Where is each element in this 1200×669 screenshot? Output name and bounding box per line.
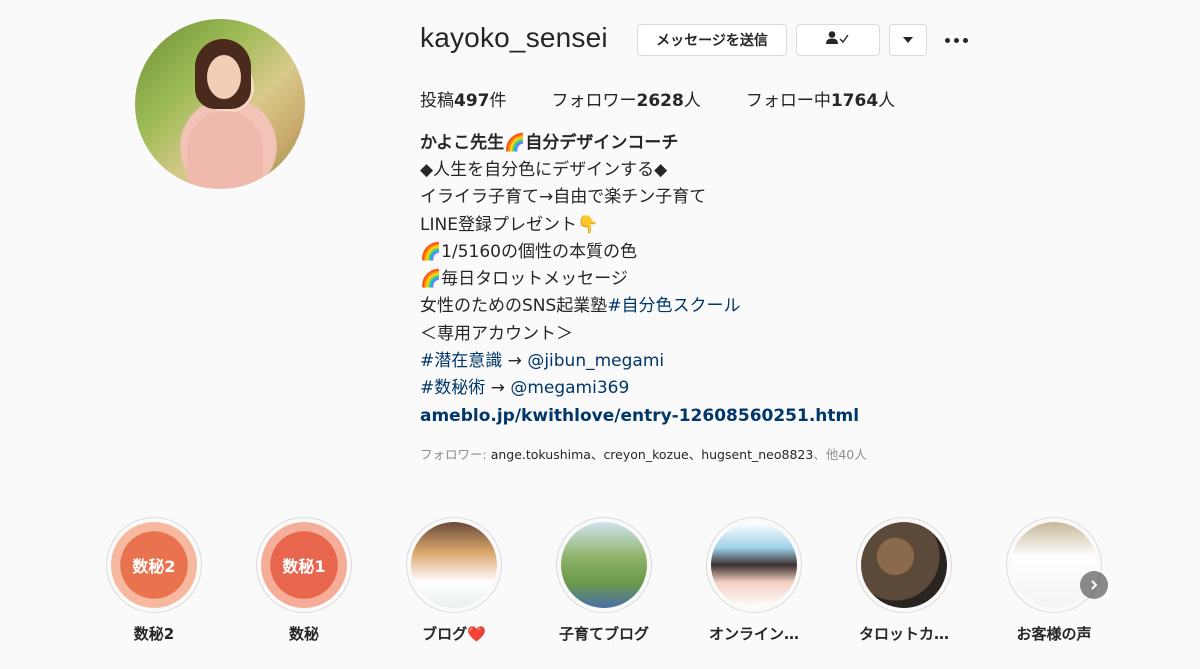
highlight-label: お客様の声 [1016,625,1092,643]
highlight-item[interactable]: 子育てブログ [554,517,654,644]
highlight-item[interactable]: タロットカ… [854,517,954,644]
bio-line: 女性のためのSNS起業塾#自分色スクール [420,296,741,317]
profile-bio: かよこ先生🌈自分デザインコーチ ◆人生を自分色にデザインする◆ イライラ子育て→… [420,130,980,430]
highlight-label: タロットカ… [858,625,949,643]
highlight-label: 数秘 [288,625,319,643]
person-check-icon [825,30,851,50]
highlight-item[interactable]: 数秘1 数秘 [254,517,354,644]
highlight-label: オンライン… [708,625,799,643]
avatar-face [207,55,241,99]
highlight-item[interactable]: オンライン… [704,517,804,644]
highlight-item[interactable]: ブログ❤️ [404,517,504,644]
highlight-label: 数秘2 [133,625,175,643]
bio-line: #数秘術 → @megami369 [420,378,630,399]
followed-by[interactable]: フォロワー: ange.tokushima、creyon_kozue、hugse… [420,444,867,463]
chevron-down-icon [903,32,913,48]
bio-line: ＜専用アカウント＞ [420,323,573,344]
bio-line: LINE登録プレゼント👇 [420,214,599,235]
bio-line: ameblo.jp/kwithlove/entry-12608560251.ht… [420,403,980,430]
bio-line: ◆人生を自分色にデザインする◆ [420,160,668,180]
hashtag-link[interactable]: #潜在意識 [420,351,502,371]
profile-avatar[interactable] [135,19,305,189]
external-link[interactable]: ameblo.jp/kwithlove/entry-12608560251.ht… [420,406,859,426]
highlight-cover: 数秘1 [261,522,347,608]
avatar-body [187,111,263,189]
bio-name: かよこ先生🌈自分デザインコーチ [420,133,679,153]
highlight-label: 子育てブログ [558,625,649,643]
suggested-dropdown-button[interactable] [889,24,927,56]
profile-stats: 投稿497件 フォロワー2628人 フォロー中1764人 [420,86,940,111]
following-count[interactable]: フォロー中1764人 [746,86,895,111]
bio-line: 🌈毎日タロットメッセージ [420,269,628,290]
mention-link[interactable]: @jibun_megami [527,351,664,371]
highlight-cover: 数秘2 [111,522,197,608]
bio-line: #潜在意識 → @jibun_megami [420,351,665,372]
message-button[interactable]: メッセージを送信 [637,24,787,56]
bio-line: 🌈1/5160の個性の本質の色 [420,241,637,262]
following-button[interactable] [796,24,880,56]
highlight-cover [561,522,647,608]
bio-line: イライラ子育て→自由で楽チン子育て [420,187,707,208]
followers-count[interactable]: フォロワー2628人 [552,86,701,111]
posts-count[interactable]: 投稿497件 [420,86,507,111]
chevron-right-icon[interactable] [1080,571,1108,599]
hashtag-link[interactable]: #数秘術 [420,378,485,398]
hashtag-link[interactable]: #自分色スクール [607,296,740,316]
more-dots-icon[interactable] [941,30,971,50]
username: kayoko_sensei [420,22,608,53]
highlight-item[interactable]: 数秘2 数秘2 [104,517,204,644]
highlight-cover [411,522,497,608]
highlight-cover [861,522,947,608]
highlight-cover [711,522,797,608]
mention-link[interactable]: @megami369 [510,378,629,398]
highlight-label: ブログ❤️ [422,625,486,643]
